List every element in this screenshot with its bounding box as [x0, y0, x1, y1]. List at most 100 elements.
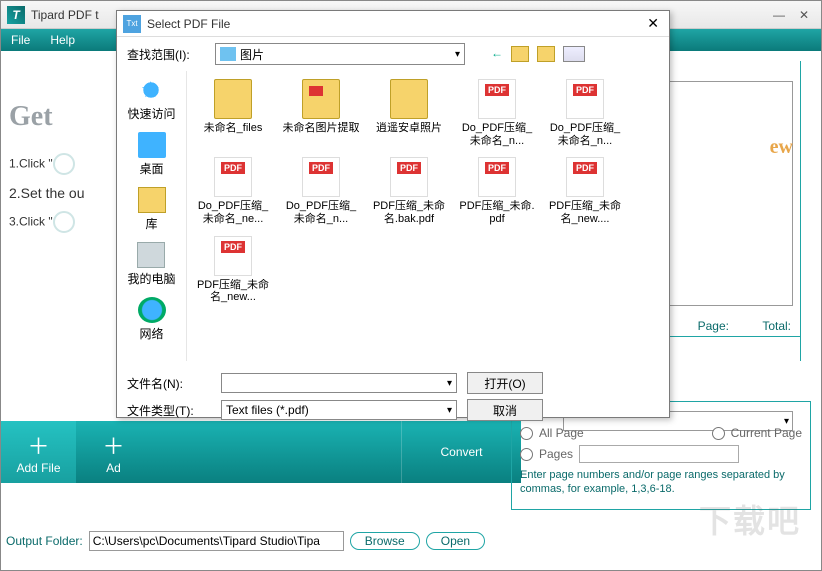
- pdf-icon: [214, 157, 252, 197]
- new-folder-button[interactable]: [537, 46, 555, 62]
- file-item[interactable]: Do_PDF压缩_未命名_ne...: [191, 155, 275, 227]
- step-3-icon: [53, 211, 75, 233]
- file-item[interactable]: PDF压缩_未命名_new....: [543, 155, 627, 227]
- look-in-row: 查找范围(I): 图片 ←: [117, 37, 669, 71]
- add-folder-label: Ad: [106, 461, 121, 475]
- divider-vertical: [800, 61, 801, 361]
- radio-pages[interactable]: [520, 448, 533, 461]
- step-1-icon: [53, 153, 75, 175]
- star-icon: [137, 77, 165, 103]
- desktop-icon: [138, 132, 166, 158]
- pdf-icon: [214, 236, 252, 276]
- file-list[interactable]: 未命名_files 未命名图片提取 逍遥安卓照片 Do_PDF压缩_未命名_n... D…: [187, 71, 669, 361]
- menu-help[interactable]: Help: [50, 33, 75, 47]
- file-item[interactable]: PDF压缩_未命名.bak.pdf: [367, 155, 451, 227]
- places-bar: 快速访问 桌面 库 我的电脑 网络: [117, 71, 187, 361]
- place-label: 桌面: [139, 160, 163, 177]
- add-file-button[interactable]: ＋ Add File: [1, 421, 76, 483]
- open-button[interactable]: Open: [426, 532, 485, 550]
- pdf-icon: [478, 157, 516, 197]
- back-button[interactable]: ←: [491, 46, 503, 62]
- minimize-button[interactable]: —: [773, 8, 785, 22]
- up-one-level-button[interactable]: [511, 46, 529, 62]
- file-item[interactable]: PDF压缩_未命名_new...: [191, 234, 275, 306]
- dialog-cancel-button[interactable]: 取消: [467, 399, 543, 421]
- file-name: Do_PDF压缩_未命名_n...: [281, 200, 361, 225]
- dialog-open-button[interactable]: 打开(O): [467, 372, 543, 394]
- pages-input[interactable]: [579, 445, 739, 463]
- file-item[interactable]: 逍遥安卓照片: [367, 77, 451, 149]
- output-folder-label: Output Folder:: [6, 534, 83, 548]
- step-2: 2.Set the ou: [9, 185, 85, 201]
- output-folder-row: Output Folder: Browse Open: [6, 531, 485, 551]
- dialog-title: Select PDF File: [147, 17, 643, 31]
- folder-icon: [390, 79, 428, 119]
- place-this-pc[interactable]: 我的电脑: [127, 242, 175, 287]
- dialog-bottom: 文件名(N): 打开(O) 文件类型(T): Text files (*.pdf…: [117, 361, 669, 432]
- file-name: PDF压缩_未命名.bak.pdf: [369, 200, 449, 225]
- pdf-icon: [566, 157, 604, 197]
- convert-label: Convert: [440, 445, 482, 459]
- getting-started-panel: Get 1.Click " 2.Set the ou 3.Click ": [9, 101, 85, 243]
- filetype-label: 文件类型(T):: [127, 402, 211, 419]
- file-name: 未命名图片提取: [283, 122, 360, 135]
- current-page-label: Current Page: [731, 426, 802, 440]
- place-libraries[interactable]: 库: [138, 187, 166, 232]
- place-label: 快速访问: [127, 105, 175, 122]
- pdf-icon: [302, 157, 340, 197]
- total-label: Total:: [762, 319, 791, 333]
- file-name: PDF压缩_未命名_new....: [545, 200, 625, 225]
- library-icon: [138, 187, 166, 213]
- menu-file[interactable]: File: [11, 33, 30, 47]
- watermark: 下载吧: [699, 496, 801, 542]
- file-item[interactable]: 未命名图片提取: [279, 77, 363, 149]
- filetype-value: Text files (*.pdf): [226, 403, 309, 417]
- filetype-combo[interactable]: Text files (*.pdf): [221, 400, 457, 420]
- file-item[interactable]: 未命名_files: [191, 77, 275, 149]
- look-in-label: 查找范围(I):: [127, 46, 207, 63]
- output-folder-input[interactable]: [89, 531, 344, 551]
- place-label: 我的电脑: [127, 270, 175, 287]
- filename-label: 文件名(N):: [127, 375, 211, 392]
- file-name: PDF压缩_未命名_new...: [193, 279, 273, 304]
- file-item[interactable]: Do_PDF压缩_未命名_n...: [543, 77, 627, 149]
- folder-icon: [220, 47, 236, 61]
- look-in-combo[interactable]: 图片: [215, 43, 465, 65]
- browse-button[interactable]: Browse: [350, 532, 420, 550]
- close-button[interactable]: ✕: [799, 8, 809, 22]
- file-name: Do_PDF压缩_未命名_ne...: [193, 200, 273, 225]
- file-name: Do_PDF压缩_未命名_n...: [545, 122, 625, 147]
- pages-label: Pages: [539, 447, 573, 461]
- pdf-icon: [478, 79, 516, 119]
- place-quick-access[interactable]: 快速访问: [127, 77, 175, 122]
- file-name: 未命名_files: [204, 122, 263, 135]
- add-file-label: Add File: [16, 461, 60, 475]
- page-range-help: Enter page numbers and/or page ranges se…: [520, 468, 802, 497]
- pdf-icon: [390, 157, 428, 197]
- file-name: 逍遥安卓照片: [376, 122, 442, 135]
- file-item[interactable]: PDF压缩_未命.pdf: [455, 155, 539, 227]
- dialog-titlebar[interactable]: Txt Select PDF File ✕: [117, 11, 669, 37]
- getting-started-heading: Get: [9, 101, 85, 133]
- page-info: Page: Total:: [668, 319, 791, 333]
- file-name: Do_PDF压缩_未命名_n...: [457, 122, 537, 147]
- place-label: 网络: [139, 325, 163, 342]
- file-item[interactable]: Do_PDF压缩_未命名_n...: [455, 77, 539, 149]
- filename-combo[interactable]: [221, 373, 457, 393]
- dialog-close-button[interactable]: ✕: [643, 15, 663, 32]
- network-icon: [138, 297, 166, 323]
- folder-icon: [214, 79, 252, 119]
- place-desktop[interactable]: 桌面: [138, 132, 166, 177]
- dialog-icon: Txt: [123, 15, 141, 33]
- page-label: Page:: [698, 319, 729, 333]
- place-network[interactable]: 网络: [138, 297, 166, 342]
- step-3: 3.Click ": [9, 211, 85, 233]
- place-label: 库: [145, 215, 157, 232]
- folder-icon: [302, 79, 340, 119]
- pdf-icon: [566, 79, 604, 119]
- file-item[interactable]: Do_PDF压缩_未命名_n...: [279, 155, 363, 227]
- radio-current-page[interactable]: [712, 427, 725, 440]
- view-menu-button[interactable]: [563, 46, 585, 62]
- file-name: PDF压缩_未命.pdf: [457, 200, 537, 225]
- file-open-dialog: Txt Select PDF File ✕ 查找范围(I): 图片 ← 快速访问…: [116, 10, 670, 418]
